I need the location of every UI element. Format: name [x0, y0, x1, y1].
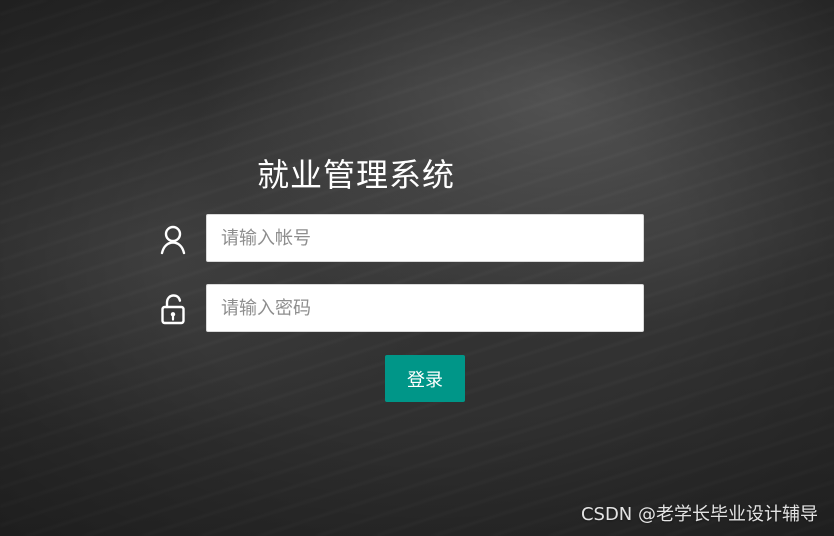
password-row [150, 284, 644, 332]
password-input[interactable] [206, 284, 644, 332]
user-icon [156, 222, 190, 256]
username-input[interactable] [206, 214, 644, 262]
watermark: CSDN @老学长毕业设计辅导 [580, 504, 818, 525]
page-title: 就业管理系统 [256, 156, 455, 194]
username-row [150, 214, 644, 262]
login-panel: 就业管理系统 登录 [0, 0, 834, 536]
unlock-icon [156, 292, 190, 326]
login-button[interactable]: 登录 [385, 355, 465, 402]
